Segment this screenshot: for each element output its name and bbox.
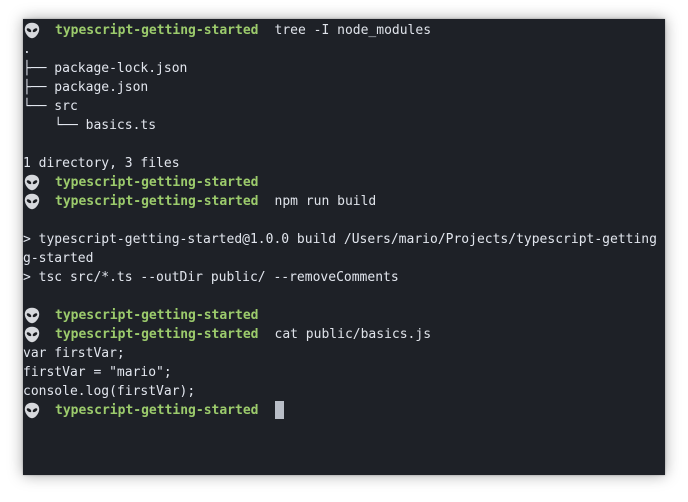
output-text: └── src	[23, 99, 78, 114]
output-line: └── basics.ts	[23, 116, 665, 135]
output-text: ├── package-lock.json	[23, 61, 188, 76]
output-line: └── src	[23, 97, 665, 116]
prompt-directory: typescript-getting-started	[55, 194, 259, 209]
command-text: tree -I node_modules	[274, 23, 432, 38]
output-line: console.log(firstVar);	[23, 382, 665, 401]
output-text: 1 directory, 3 files	[23, 156, 180, 171]
alien-icon	[24, 21, 41, 40]
terminal-output: typescript-getting-started tree -I node_m…	[23, 21, 665, 420]
output-text: firstVar = "mario";	[23, 365, 172, 380]
output-line: g-started	[23, 249, 665, 268]
prompt-directory: typescript-getting-started	[55, 327, 259, 342]
output-text: var firstVar;	[23, 346, 125, 361]
command-text: npm run build	[274, 194, 377, 209]
prompt-directory: typescript-getting-started	[55, 23, 259, 38]
output-line: > typescript-getting-started@1.0.0 build…	[23, 230, 665, 249]
alien-icon	[24, 401, 41, 420]
prompt-line: typescript-getting-started cat public/bas…	[23, 325, 665, 344]
output-line: .	[23, 40, 665, 59]
prompt-directory: typescript-getting-started	[55, 175, 259, 190]
prompt-line: typescript-getting-started	[23, 173, 665, 192]
output-text: > typescript-getting-started@1.0.0 build…	[23, 232, 657, 247]
output-line: var firstVar;	[23, 344, 665, 363]
text-cursor[interactable]	[274, 401, 284, 419]
output-text: g-started	[23, 251, 94, 266]
prompt-directory: typescript-getting-started	[55, 403, 259, 418]
prompt-line: typescript-getting-started	[23, 306, 665, 325]
output-text: console.log(firstVar);	[23, 384, 196, 399]
prompt-line: typescript-getting-started npm run build	[23, 192, 665, 211]
output-text: .	[23, 42, 31, 57]
output-line: 1 directory, 3 files	[23, 154, 665, 173]
output-line: firstVar = "mario";	[23, 363, 665, 382]
output-text: └── basics.ts	[23, 118, 157, 133]
alien-icon	[24, 325, 41, 344]
alien-icon	[24, 306, 41, 325]
prompt-line: typescript-getting-started	[23, 401, 665, 420]
output-text: ├── package.json	[23, 80, 149, 95]
output-text: > tsc src/*.ts --outDir public/ --remove…	[23, 270, 399, 285]
alien-icon	[24, 173, 41, 192]
prompt-directory: typescript-getting-started	[55, 308, 259, 323]
output-line: > tsc src/*.ts --outDir public/ --remove…	[23, 268, 665, 287]
output-line: ├── package.json	[23, 78, 665, 97]
prompt-line: typescript-getting-started tree -I node_m…	[23, 21, 665, 40]
terminal-window[interactable]: typescript-getting-started tree -I node_m…	[23, 19, 665, 475]
alien-icon	[24, 192, 41, 211]
command-text: cat public/basics.js	[274, 327, 432, 342]
output-line: ├── package-lock.json	[23, 59, 665, 78]
